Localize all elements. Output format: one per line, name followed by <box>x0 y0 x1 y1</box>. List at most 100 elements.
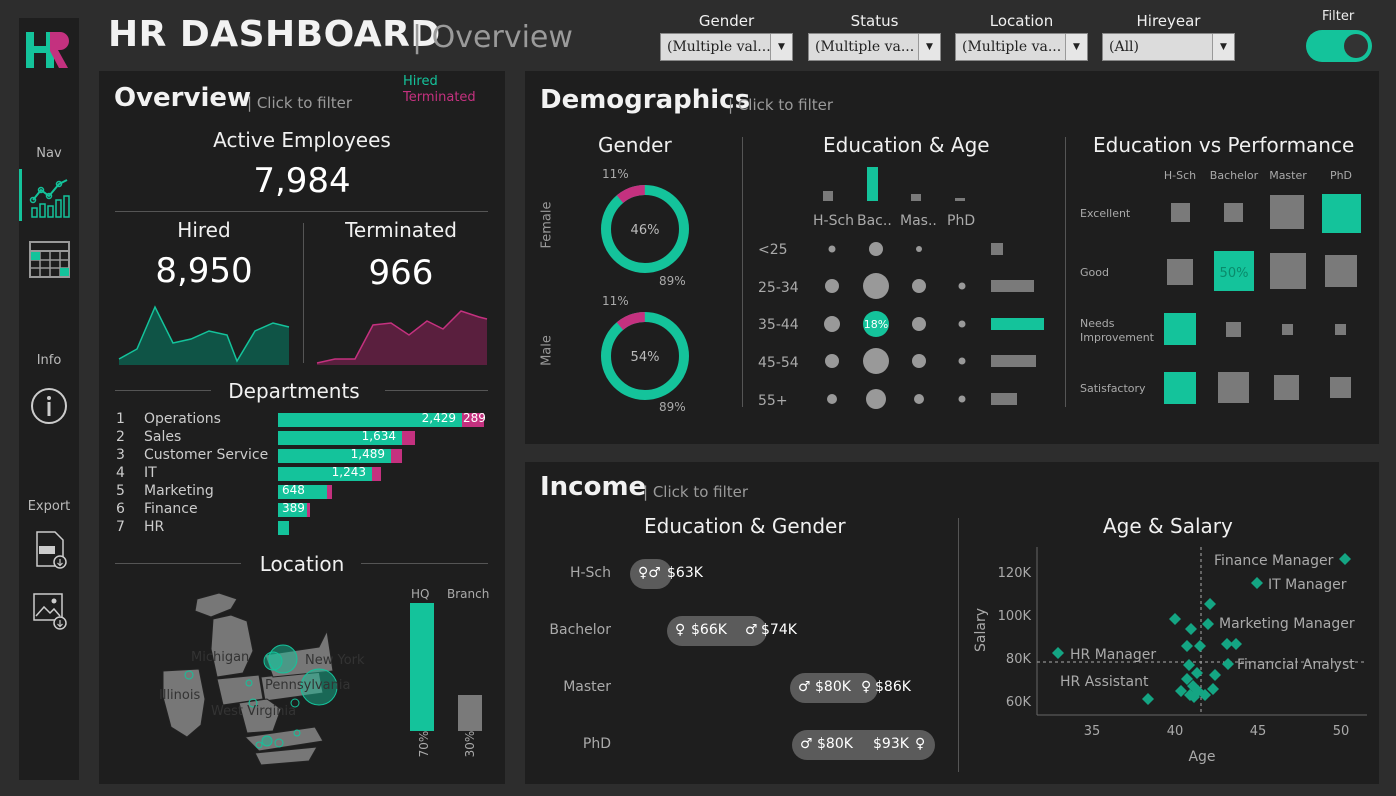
perf-row-satisfactory: Satisfactory <box>1080 382 1146 395</box>
female-label: Female <box>539 201 555 249</box>
pdf-export-icon[interactable] <box>29 530 69 570</box>
legend-hired[interactable]: Hired <box>403 74 438 89</box>
department-row[interactable]: 3 Customer Service 1,489 <box>116 447 496 465</box>
chevron-down-icon[interactable]: ▼ <box>918 34 940 60</box>
age-row-35-44: 35-44 <box>758 317 799 333</box>
income-bachelor-female: $66K <box>691 622 727 638</box>
edu-age-title: Education & Age <box>823 133 990 157</box>
gender-icon-pair: ♀♂ <box>638 565 661 581</box>
perf-highlight-pct: 50% <box>1220 266 1249 281</box>
gender-filter: Gender (Multiple val... ▼ <box>660 12 793 61</box>
terminated-value: 966 <box>368 253 434 293</box>
department-hired-value: 389 <box>282 501 305 515</box>
department-rank: 5 <box>116 483 125 499</box>
department-terminated-bar[interactable] <box>327 485 332 499</box>
female-icon: ♀ <box>915 736 926 752</box>
gender-select[interactable]: (Multiple val... ▼ <box>660 33 793 61</box>
department-rank: 6 <box>116 501 125 517</box>
edu-perf-matrix[interactable]: H-Sch Bachelor Master PhD Excellent Good… <box>1073 165 1373 415</box>
income-bachelor-male: $74K <box>761 622 797 638</box>
department-hired-bar[interactable] <box>278 521 289 535</box>
chevron-down-icon[interactable]: ▼ <box>770 34 792 60</box>
department-row[interactable]: 7 HR <box>116 519 496 537</box>
nav-label: Nav <box>36 146 62 161</box>
edu-age-matrix[interactable]: H-Sch Bac.. Mas.. PhD <25 25-34 35-44 45… <box>750 163 1070 413</box>
location-filter: Location (Multiple va... ▼ <box>955 12 1088 61</box>
annotation-financial-analyst: Financial Analyst <box>1237 657 1355 673</box>
calendar-table-icon[interactable] <box>29 240 70 280</box>
female-icon: ♀ <box>861 679 872 695</box>
male-donut[interactable]: 54% <box>597 308 693 404</box>
department-row[interactable]: 1 Operations 2,429 289 <box>116 411 496 429</box>
branch-label: Branch <box>447 587 490 601</box>
annotation-hr-assistant: HR Assistant <box>1060 674 1149 690</box>
terminated-trend-sparkline[interactable] <box>315 301 490 366</box>
demographics-panel: Demographics | Click to filter Gender Fe… <box>525 71 1379 444</box>
departments-title: Departments <box>228 379 360 403</box>
toggle-knob <box>1344 34 1368 58</box>
annotation-hr-manager: HR Manager <box>1070 647 1156 663</box>
line-chart-icon[interactable] <box>29 176 70 218</box>
chevron-down-icon[interactable]: ▼ <box>1212 34 1234 60</box>
terminated-label: Terminated <box>345 218 457 242</box>
department-terminated-bar[interactable] <box>372 467 381 481</box>
male-center-pct: 54% <box>631 350 660 365</box>
dashboard-subtitle: | Overview <box>412 20 573 55</box>
info-icon[interactable] <box>29 386 69 426</box>
hireyear-filter: Hireyear (All) ▼ <box>1102 12 1235 61</box>
perf-row-needs-improvement-2: Improvement <box>1080 331 1155 344</box>
income-value-hsch: $63K <box>667 565 703 581</box>
department-row[interactable]: 4 IT 1,243 <box>116 465 496 483</box>
chevron-down-icon[interactable]: ▼ <box>1065 34 1087 60</box>
gender-filter-label: Gender <box>698 12 755 30</box>
info-label: Info <box>36 353 62 368</box>
income-pill-phd[interactable] <box>792 730 935 760</box>
age-row-45-54: 45-54 <box>758 355 799 371</box>
female-donut[interactable]: 46% <box>597 181 693 277</box>
department-terminated-bar[interactable] <box>402 431 415 445</box>
department-name: HR <box>144 519 165 535</box>
status-filter: Status (Multiple va... ▼ <box>808 12 941 61</box>
female-center-pct: 46% <box>631 223 660 238</box>
active-employees-label: Active Employees <box>213 128 391 152</box>
age-salary-scatter[interactable]: 120K 100K 80K 60K 35 40 45 50 Age Salary <box>965 542 1375 772</box>
x-tick-45: 45 <box>1250 724 1267 739</box>
department-row[interactable]: 5 Marketing 648 <box>116 483 496 501</box>
department-row[interactable]: 6 Finance 389 <box>116 501 496 519</box>
hired-trend-sparkline[interactable] <box>117 301 292 366</box>
edu-col-phd: PhD <box>947 213 975 229</box>
annotation-finance-manager: Finance Manager <box>1214 553 1334 569</box>
department-rank: 3 <box>116 447 125 463</box>
department-row[interactable]: 2 Sales 1,634 <box>116 429 496 447</box>
department-terminated-bar[interactable] <box>391 449 402 463</box>
map-label-west-virginia: West Virginia <box>211 704 296 719</box>
department-terminated-bar[interactable] <box>307 503 310 517</box>
edu-col-bachelor: Bac.. <box>857 213 892 229</box>
income-hint[interactable]: | Click to filter <box>643 483 748 501</box>
dashboard-title: HR DASHBOARD <box>108 14 441 55</box>
edu-age-highlight-pct: 18% <box>864 318 888 331</box>
overview-panel: Overview | Click to filter Hired Termina… <box>99 71 505 784</box>
department-name: Customer Service <box>144 447 269 463</box>
department-hired-value: 648 <box>282 483 305 497</box>
male-icon: ♂ <box>798 679 811 695</box>
hq-bar[interactable] <box>410 603 434 731</box>
x-tick-40: 40 <box>1167 724 1184 739</box>
demographics-hint[interactable]: | Click to filter <box>728 96 833 114</box>
location-select[interactable]: (Multiple va... ▼ <box>955 33 1088 61</box>
female-icon: ♀ <box>675 622 686 638</box>
overview-hint[interactable]: | Click to filter <box>247 94 352 112</box>
location-title: Location <box>259 552 345 576</box>
income-edu-master: Master <box>563 679 611 695</box>
location-map[interactable]: Michigan New York Illinois Pennsylvania … <box>149 591 399 771</box>
income-edu-phd: PhD <box>582 736 611 752</box>
hireyear-select[interactable]: (All) ▼ <box>1102 33 1235 61</box>
edu-col-master: Mas.. <box>900 213 937 229</box>
status-select[interactable]: (Multiple va... ▼ <box>808 33 941 61</box>
filter-toggle[interactable] <box>1306 30 1372 62</box>
image-export-icon[interactable] <box>29 590 69 630</box>
department-name: Sales <box>144 429 182 445</box>
income-title: Income <box>540 472 647 502</box>
department-rank: 7 <box>116 519 125 535</box>
legend-terminated[interactable]: Terminated <box>403 90 476 105</box>
